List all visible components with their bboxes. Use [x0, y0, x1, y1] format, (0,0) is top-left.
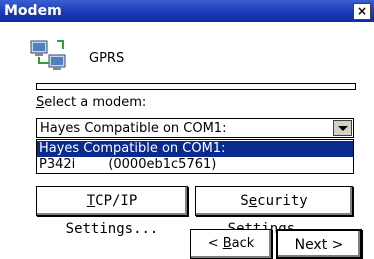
tcpip-label: CP/IP Settings...: [65, 193, 159, 237]
connection-name: GPRS: [89, 51, 125, 66]
security-settings-button[interactable]: Security Settings...: [195, 186, 353, 237]
modem-option[interactable]: P342i (0000eb1c5761): [37, 157, 353, 173]
security-accel: e: [248, 193, 258, 209]
progress-bar: [36, 83, 356, 90]
select-modem-label-text: elect a modem:: [44, 95, 147, 110]
tcpip-accel: T: [86, 193, 96, 209]
back-label-pre: <: [207, 236, 223, 251]
close-button[interactable]: ×: [353, 3, 371, 20]
network-connection-icon: [30, 40, 66, 70]
select-modem-label: Select a modem:: [36, 95, 146, 110]
modem-dropdown-list: Hayes Compatible on COM1: P342i (0000eb1…: [36, 139, 354, 174]
back-button[interactable]: < Back: [190, 229, 272, 259]
back-label: ack: [231, 236, 255, 251]
security-label-pre: S: [240, 193, 249, 209]
modem-select[interactable]: Hayes Compatible on COM1:: [36, 118, 354, 138]
next-button[interactable]: Next >: [276, 229, 362, 259]
close-icon: ×: [356, 4, 368, 18]
next-label: Next >: [294, 237, 344, 253]
back-accel: B: [222, 236, 232, 251]
modem-option[interactable]: Hayes Compatible on COM1:: [37, 141, 353, 157]
modem-select-value: Hayes Compatible on COM1:: [40, 121, 227, 136]
tcpip-settings-button[interactable]: TCP/IP Settings...: [36, 186, 188, 237]
modem-dialog: Modem × GPRS Select a modem: Hayes Compa…: [0, 0, 374, 259]
dropdown-arrow-icon[interactable]: [333, 120, 352, 136]
window-title: Modem: [4, 3, 62, 19]
title-bar: Modem ×: [0, 0, 374, 22]
